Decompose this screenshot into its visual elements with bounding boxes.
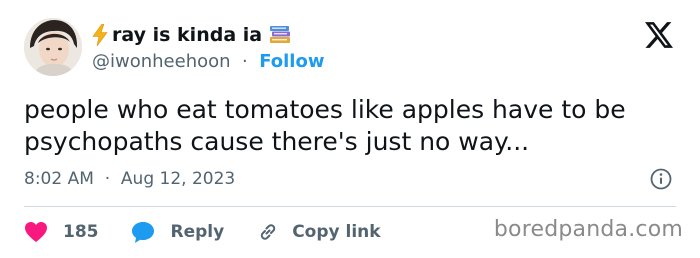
lightning-icon (92, 24, 108, 46)
handle-separator: · (236, 51, 254, 72)
author-handle-row: @iwonheehoon · Follow (92, 51, 324, 72)
avatar[interactable] (24, 18, 82, 76)
tweet-text: people who eat tomatoes like apples have… (24, 95, 626, 156)
avatar-photo (24, 18, 82, 76)
reply-button[interactable]: Reply (131, 221, 225, 244)
books-icon (270, 26, 291, 43)
author-name-row[interactable]: ray is kinda ia (92, 22, 291, 48)
timestamp-separator: · (99, 169, 116, 189)
reply-bubble-icon (131, 221, 154, 243)
action-bar: 185 Reply Copy link (24, 218, 381, 246)
copy-link-label: Copy link (292, 222, 381, 242)
x-logo-icon[interactable] (645, 22, 673, 48)
divider (24, 206, 676, 207)
author-display-name[interactable]: ray is kinda ia (112, 24, 262, 46)
tweet-date[interactable]: Aug 12, 2023 (121, 169, 235, 189)
tweet-timestamp[interactable]: 8:02 AM · Aug 12, 2023 (24, 169, 235, 189)
author-handle[interactable]: @iwonheehoon (92, 51, 231, 72)
follow-button[interactable]: Follow (259, 51, 324, 72)
link-icon (261, 224, 276, 240)
like-button[interactable]: 185 (24, 221, 99, 243)
reply-label: Reply (170, 222, 225, 242)
heart-icon (25, 222, 47, 242)
watermark: boredpanda.com (493, 217, 683, 242)
info-icon[interactable] (650, 168, 672, 190)
like-count: 185 (63, 222, 99, 242)
copy-link-button[interactable]: Copy link (256, 220, 381, 244)
tweet-time[interactable]: 8:02 AM (24, 169, 94, 189)
